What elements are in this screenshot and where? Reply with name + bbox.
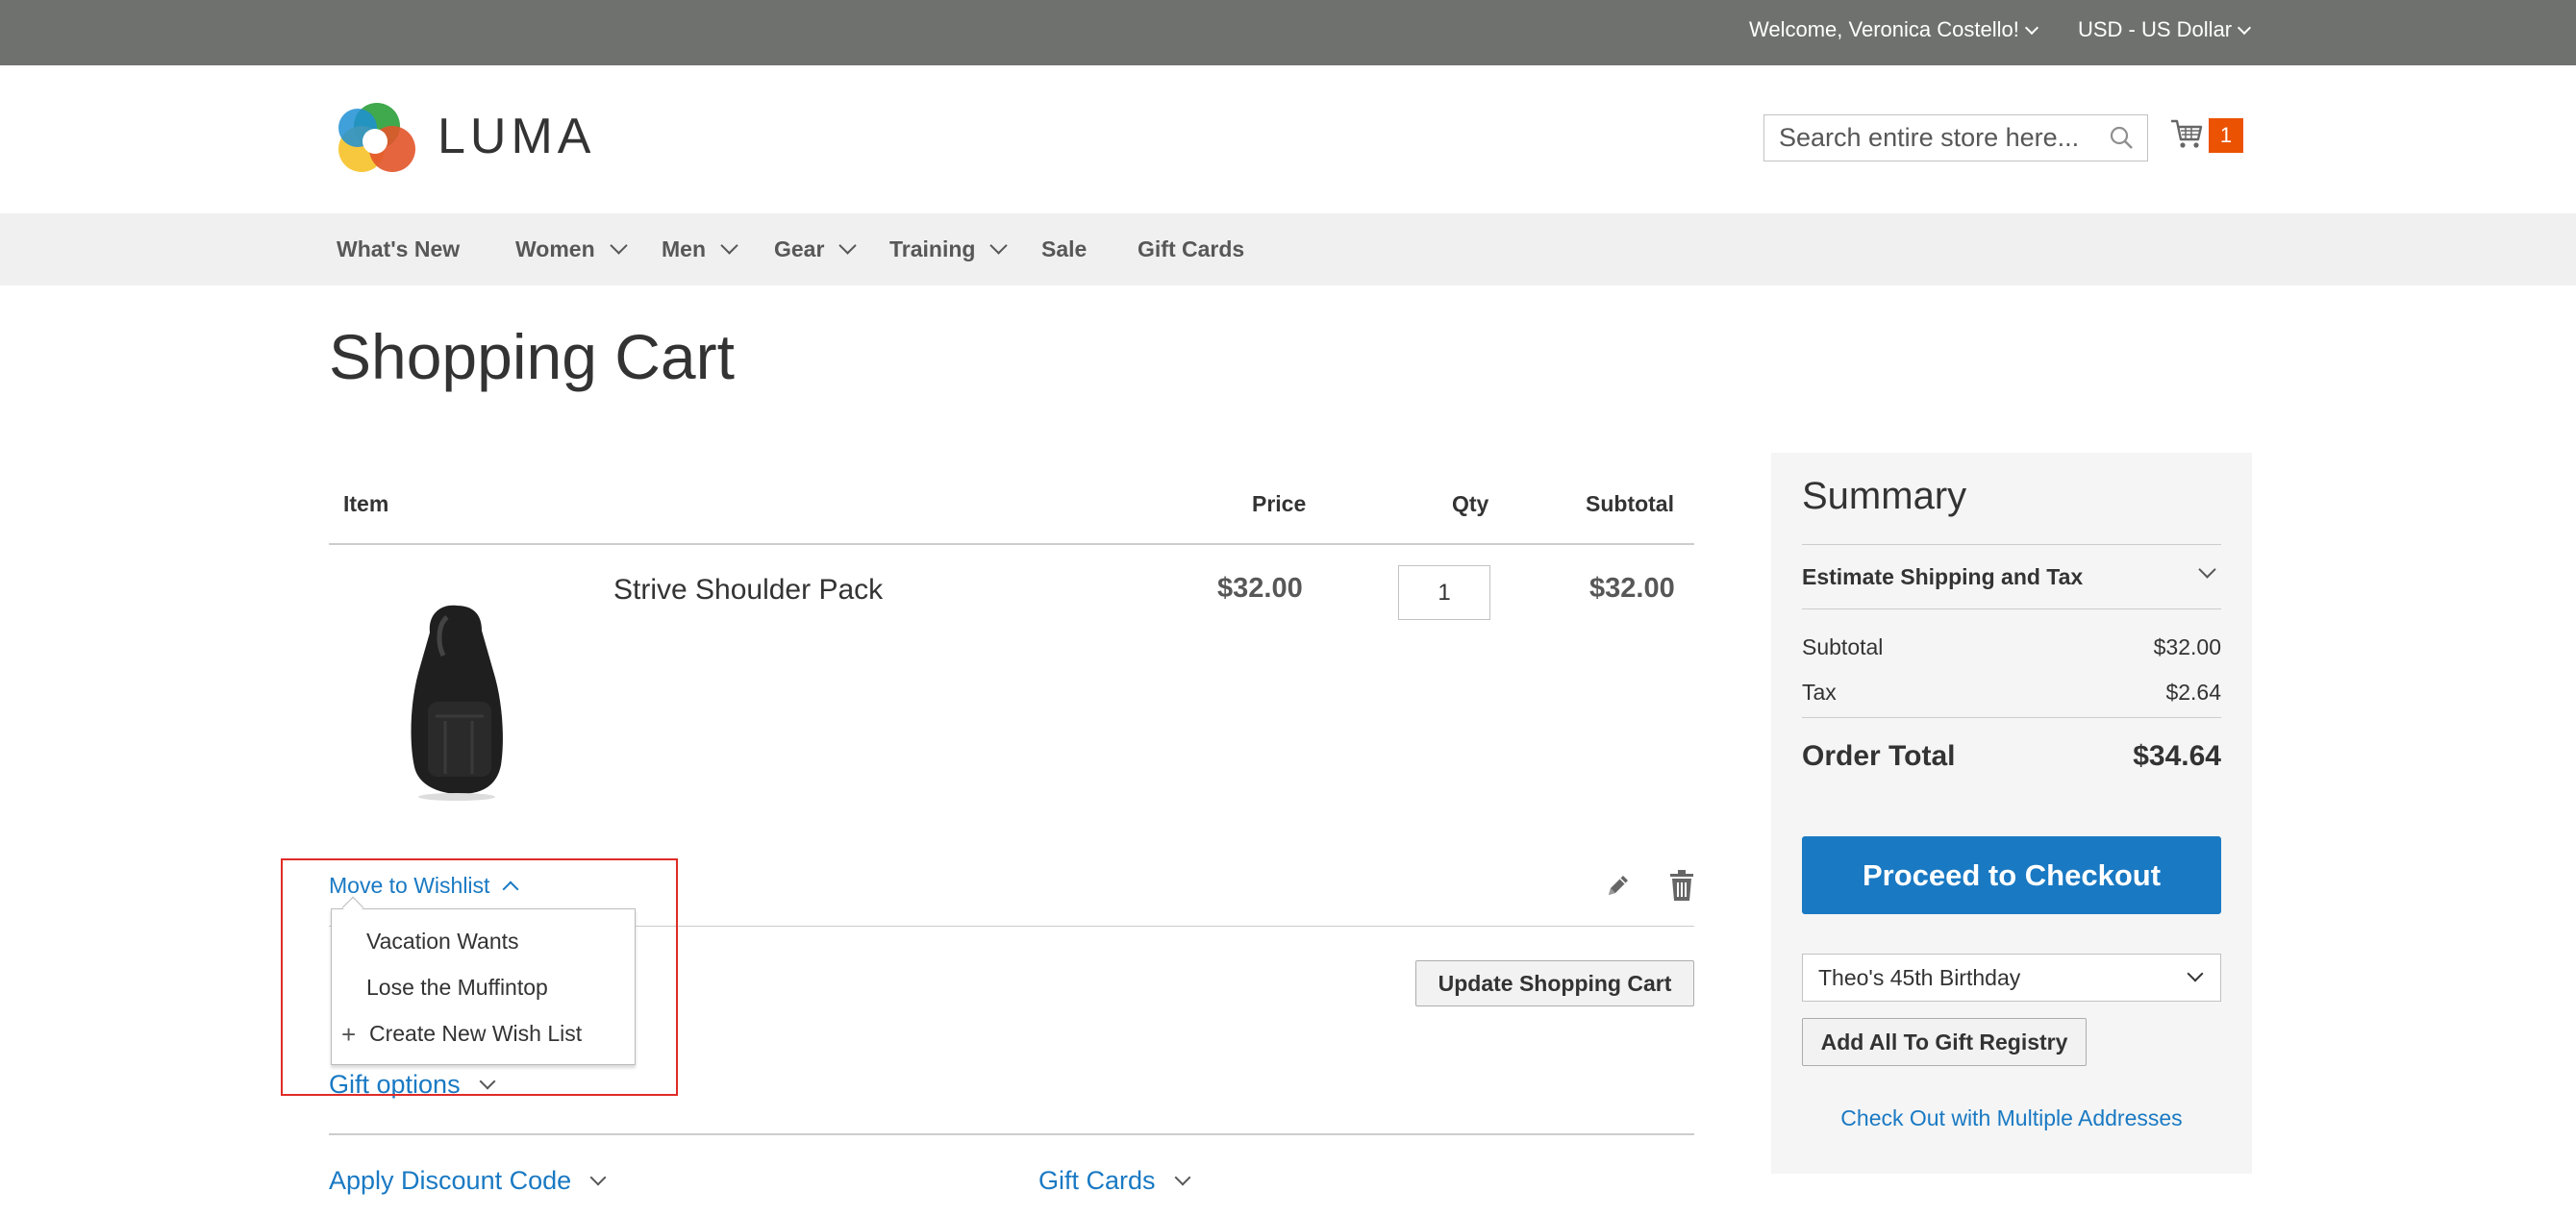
nav-item-women[interactable]: Women — [515, 236, 628, 262]
nav-label: What's New — [337, 236, 461, 261]
nav-label: Training — [889, 236, 976, 261]
nav-label: Gift Cards — [1138, 236, 1245, 261]
cart-icon[interactable] — [2169, 116, 2204, 151]
trash-icon[interactable] — [1667, 869, 1696, 902]
nav-item-sale[interactable]: Sale — [1041, 236, 1087, 262]
update-shopping-cart-button[interactable]: Update Shopping Cart — [1415, 960, 1694, 1006]
checkout-multiple-addresses-link[interactable]: Check Out with Multiple Addresses — [1802, 1105, 2221, 1131]
section-divider — [329, 1133, 1694, 1135]
apply-discount-label: Apply Discount Code — [329, 1166, 572, 1195]
estimate-shipping-toggle[interactable]: Estimate Shipping and Tax — [1802, 564, 2083, 590]
chevron-down-icon — [609, 236, 628, 255]
gift-registry-selected: Theo's 45th Birthday — [1818, 965, 2021, 990]
column-header-subtotal: Subtotal — [1586, 491, 1674, 516]
order-total-label: Order Total — [1802, 740, 1956, 772]
nav-item-gift-cards[interactable]: Gift Cards — [1138, 236, 1244, 262]
page-title: Shopping Cart — [329, 321, 735, 392]
add-all-to-gift-registry-button[interactable]: Add All To Gift Registry — [1802, 1018, 2087, 1066]
chevron-down-icon — [2187, 965, 2204, 982]
subtotal-label: Subtotal — [1802, 634, 1884, 659]
nav-label: Gear — [774, 236, 825, 261]
currency-text: USD - US Dollar — [2078, 17, 2233, 41]
gift-cards-label: Gift Cards — [1038, 1166, 1156, 1195]
welcome-menu[interactable]: Welcome, Veronica Costello! — [1749, 17, 2038, 42]
search-input[interactable] — [1764, 115, 2091, 161]
summary-divider — [1802, 608, 2221, 609]
nav-item-training[interactable]: Training — [889, 236, 1009, 262]
gift-registry-select[interactable]: Theo's 45th Birthday — [1802, 954, 2221, 1002]
product-price: $32.00 — [1217, 573, 1303, 604]
luma-logo-icon[interactable] — [337, 99, 417, 180]
search-box[interactable] — [1763, 114, 2148, 161]
order-total-value: $34.64 — [2133, 740, 2221, 772]
qty-input[interactable]: 1 — [1398, 565, 1490, 620]
chevron-down-icon — [589, 1169, 607, 1186]
column-header-price: Price — [1252, 491, 1307, 516]
chevron-down-icon — [2238, 20, 2252, 36]
table-divider — [329, 543, 1694, 545]
chevron-down-icon — [838, 236, 858, 255]
nav-item-men[interactable]: Men — [662, 236, 738, 262]
nav-label: Women — [515, 236, 595, 261]
logo-text[interactable]: LUMA — [438, 108, 595, 165]
proceed-to-checkout-button[interactable]: Proceed to Checkout — [1802, 836, 2221, 914]
search-icon[interactable] — [2109, 125, 2134, 150]
welcome-text: Welcome, Veronica Costello! — [1749, 17, 2019, 41]
nav-label: Sale — [1041, 236, 1088, 261]
summary-divider — [1802, 717, 2221, 718]
column-header-qty: Qty — [1452, 491, 1489, 516]
nav-item-whats-new[interactable]: What's New — [337, 236, 460, 262]
currency-switcher[interactable]: USD - US Dollar — [2078, 17, 2252, 42]
nav-item-gear[interactable]: Gear — [774, 236, 858, 262]
tax-label: Tax — [1802, 680, 1837, 705]
chevron-down-icon — [1174, 1169, 1191, 1186]
summary-divider — [1802, 544, 2221, 545]
product-image[interactable] — [389, 596, 524, 803]
chevron-down-icon — [720, 236, 738, 255]
highlight-annotation — [281, 858, 678, 1096]
nav-label: Men — [662, 236, 706, 261]
chevron-down-icon — [2024, 20, 2038, 36]
column-header-item: Item — [343, 491, 389, 516]
subtotal-value: $32.00 — [2153, 634, 2221, 659]
gift-cards-toggle[interactable]: Gift Cards — [1038, 1166, 1191, 1196]
summary-title: Summary — [1802, 475, 1967, 517]
cart-count-badge[interactable]: 1 — [2209, 118, 2243, 153]
product-subtotal: $32.00 — [1589, 573, 1675, 604]
chevron-down-icon — [989, 236, 1009, 255]
edit-pencil-icon[interactable] — [1604, 871, 1633, 900]
tax-value: $2.64 — [2165, 680, 2221, 705]
apply-discount-code-toggle[interactable]: Apply Discount Code — [329, 1166, 607, 1196]
product-name-link[interactable]: Strive Shoulder Pack — [613, 574, 883, 607]
